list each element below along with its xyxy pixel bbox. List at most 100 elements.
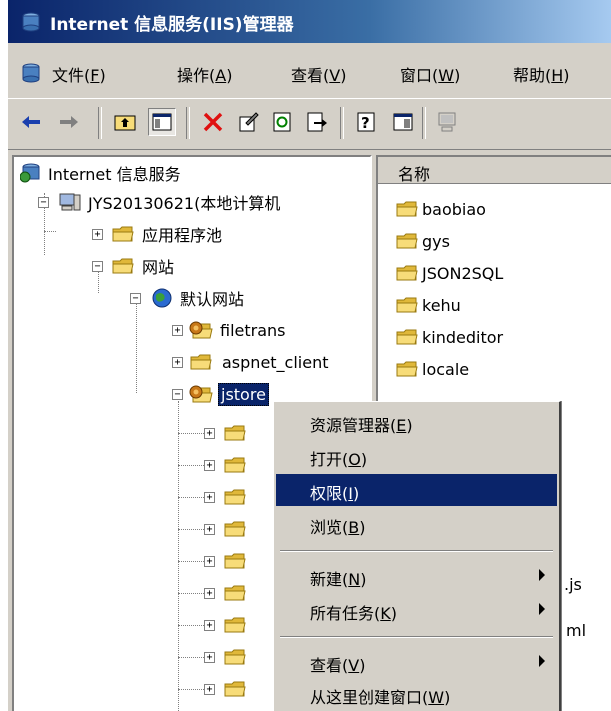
list-item-partial[interactable]: ml <box>566 621 586 640</box>
menu-file[interactable]: 文件(F) <box>52 62 106 86</box>
tree-line <box>44 231 56 232</box>
tree-node-aspnet-client[interactable]: aspnet_client <box>190 350 331 374</box>
menu-item-browse[interactable]: 浏览(B) <box>276 508 557 540</box>
tree-line <box>178 657 204 658</box>
expand-toggle[interactable]: + <box>204 588 215 599</box>
toolbar-separator <box>422 107 426 139</box>
collapse-toggle[interactable]: − <box>92 261 103 272</box>
menu-item-view[interactable]: 查看(V) <box>276 646 557 678</box>
menu-item-all-tasks[interactable]: 所有任务(K) <box>276 594 557 626</box>
menu-help[interactable]: 帮助(H) <box>513 62 570 86</box>
globe-icon <box>152 288 172 308</box>
collapse-toggle[interactable]: − <box>38 197 49 208</box>
delete-icon <box>203 112 223 132</box>
list-item[interactable]: kehu <box>396 293 461 317</box>
tree-line <box>178 465 204 466</box>
folder-icon <box>224 648 246 666</box>
expand-toggle[interactable]: + <box>204 492 215 503</box>
expand-toggle[interactable]: + <box>204 684 215 695</box>
list-item[interactable]: gys <box>396 229 450 253</box>
list-item-partial[interactable]: .js <box>564 575 582 594</box>
tree-line <box>178 689 204 690</box>
mmc-document-icon[interactable] <box>20 62 42 84</box>
folder-icon <box>224 456 246 474</box>
menu-item-new[interactable]: 新建(N) <box>276 560 557 592</box>
toolbar: ? <box>8 98 611 150</box>
refresh-icon <box>273 112 291 132</box>
connect-button[interactable] <box>434 109 460 135</box>
tree-node-computer[interactable]: JYS20130621(本地计算机 <box>58 190 282 214</box>
tree-line <box>136 297 137 393</box>
tree-node-app-pools[interactable]: 应用程序池 <box>112 222 224 246</box>
iis-services-icon <box>20 163 40 183</box>
tree-node-subfolder[interactable] <box>224 453 246 477</box>
tree-node-subfolder[interactable] <box>224 645 246 669</box>
expand-toggle[interactable]: + <box>204 556 215 567</box>
expand-toggle[interactable]: + <box>204 460 215 471</box>
tree-node-jstore[interactable]: jstore <box>188 382 269 406</box>
folder-icon <box>224 680 246 698</box>
tree-node-filetrans[interactable]: filetrans <box>188 318 288 342</box>
tree-node-root[interactable]: Internet 信息服务 <box>20 161 183 185</box>
expand-toggle[interactable]: + <box>204 652 215 663</box>
expand-toggle[interactable]: + <box>204 428 215 439</box>
web-app-folder-icon <box>188 319 214 341</box>
list-item[interactable]: kindeditor <box>396 325 503 349</box>
delete-button[interactable] <box>200 109 226 135</box>
list-item[interactable]: locale <box>396 357 469 381</box>
tree-node-subfolder[interactable] <box>224 581 246 605</box>
menu-window[interactable]: 窗口(W) <box>400 62 460 86</box>
expand-toggle[interactable]: + <box>172 357 183 368</box>
refresh-button[interactable] <box>270 109 296 135</box>
forward-button[interactable] <box>56 109 82 135</box>
collapse-toggle[interactable]: − <box>172 389 183 400</box>
tree-node-subfolder[interactable] <box>224 613 246 637</box>
window-title: Internet 信息服务(IIS)管理器 <box>50 15 294 35</box>
expand-toggle[interactable]: + <box>172 325 183 336</box>
expand-toggle[interactable]: + <box>204 524 215 535</box>
folder-icon <box>224 584 246 602</box>
folder-icon <box>224 488 246 506</box>
tree-node-subfolder[interactable] <box>224 421 246 445</box>
menu-item-new-window-from-here[interactable]: 从这里创建窗口(W) <box>276 678 557 710</box>
export-list-button[interactable] <box>304 109 330 135</box>
submenu-arrow-icon <box>539 569 545 581</box>
forward-icon <box>60 116 78 128</box>
tree-node-subfolder[interactable] <box>224 549 246 573</box>
expand-toggle[interactable]: + <box>204 620 215 631</box>
folder-icon <box>190 353 212 371</box>
title-bar[interactable]: Internet 信息服务(IIS)管理器 <box>8 0 611 43</box>
tree-node-websites[interactable]: 网站 <box>112 254 176 278</box>
tree-line <box>178 593 204 594</box>
properties-button[interactable] <box>236 109 262 135</box>
menu-action[interactable]: 操作(A) <box>177 62 232 86</box>
help-button[interactable]: ? <box>354 109 380 135</box>
expand-toggle[interactable]: + <box>92 229 103 240</box>
up-one-level-button[interactable] <box>112 109 138 135</box>
web-app-folder-icon <box>188 383 214 405</box>
computer-icon <box>438 112 456 132</box>
show-tree-icon <box>152 113 172 131</box>
back-icon <box>22 116 40 128</box>
tree-node-default-site[interactable]: 默认网站 <box>150 286 246 310</box>
tree-node-subfolder[interactable] <box>224 677 246 701</box>
list-item[interactable]: JSON2SQL <box>396 261 503 285</box>
toolbar-separator <box>186 107 190 139</box>
collapse-toggle[interactable]: − <box>130 293 141 304</box>
menu-view[interactable]: 查看(V) <box>291 62 346 86</box>
tree-line <box>178 433 204 434</box>
menu-bar: 文件(F) 操作(A) 查看(V) 窗口(W) 帮助(H) <box>8 52 611 94</box>
menu-item-permissions[interactable]: 权限(I) <box>276 474 557 506</box>
list-item[interactable]: baobiao <box>396 197 486 221</box>
show-hide-tree-button[interactable] <box>148 108 176 136</box>
console-button[interactable] <box>390 109 416 135</box>
tree-node-subfolder[interactable] <box>224 517 246 541</box>
column-header-name[interactable]: 名称 <box>378 157 611 184</box>
menu-item-explore[interactable]: 资源管理器(E) <box>276 406 557 438</box>
tree-node-subfolder[interactable] <box>224 485 246 509</box>
back-button[interactable] <box>18 109 44 135</box>
console-icon <box>393 113 413 131</box>
menu-item-open[interactable]: 打开(O) <box>276 440 557 472</box>
context-menu: 资源管理器(E) 打开(O) 权限(I) 浏览(B) 新建(N) 所有任务(K)… <box>273 401 561 711</box>
menu-separator <box>280 636 553 638</box>
